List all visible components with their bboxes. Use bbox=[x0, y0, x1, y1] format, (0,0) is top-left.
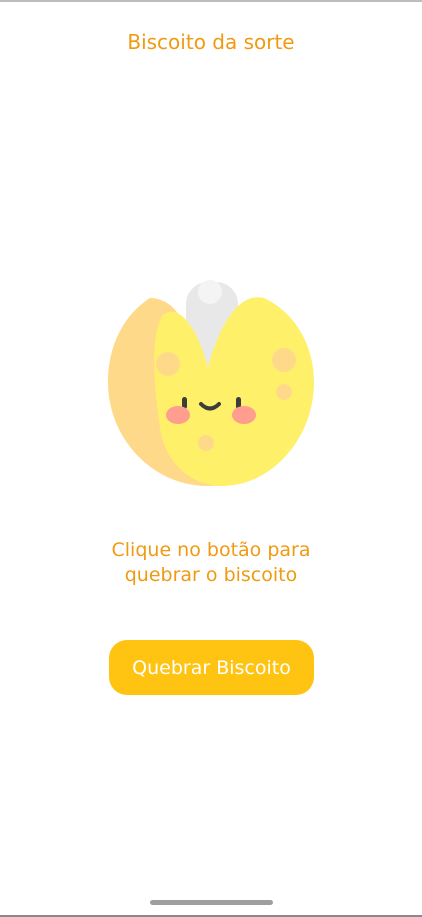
break-cookie-button[interactable]: Quebrar Biscoito bbox=[109, 640, 314, 695]
instruction-text: Clique no botão para quebrar o biscoito bbox=[111, 539, 311, 586]
fortune-cookie-icon bbox=[108, 280, 314, 486]
top-divider bbox=[0, 0, 422, 2]
fortune-cookie-illustration bbox=[104, 278, 318, 490]
home-indicator[interactable] bbox=[150, 900, 273, 905]
page-title: Biscoito da sorte bbox=[127, 30, 295, 54]
